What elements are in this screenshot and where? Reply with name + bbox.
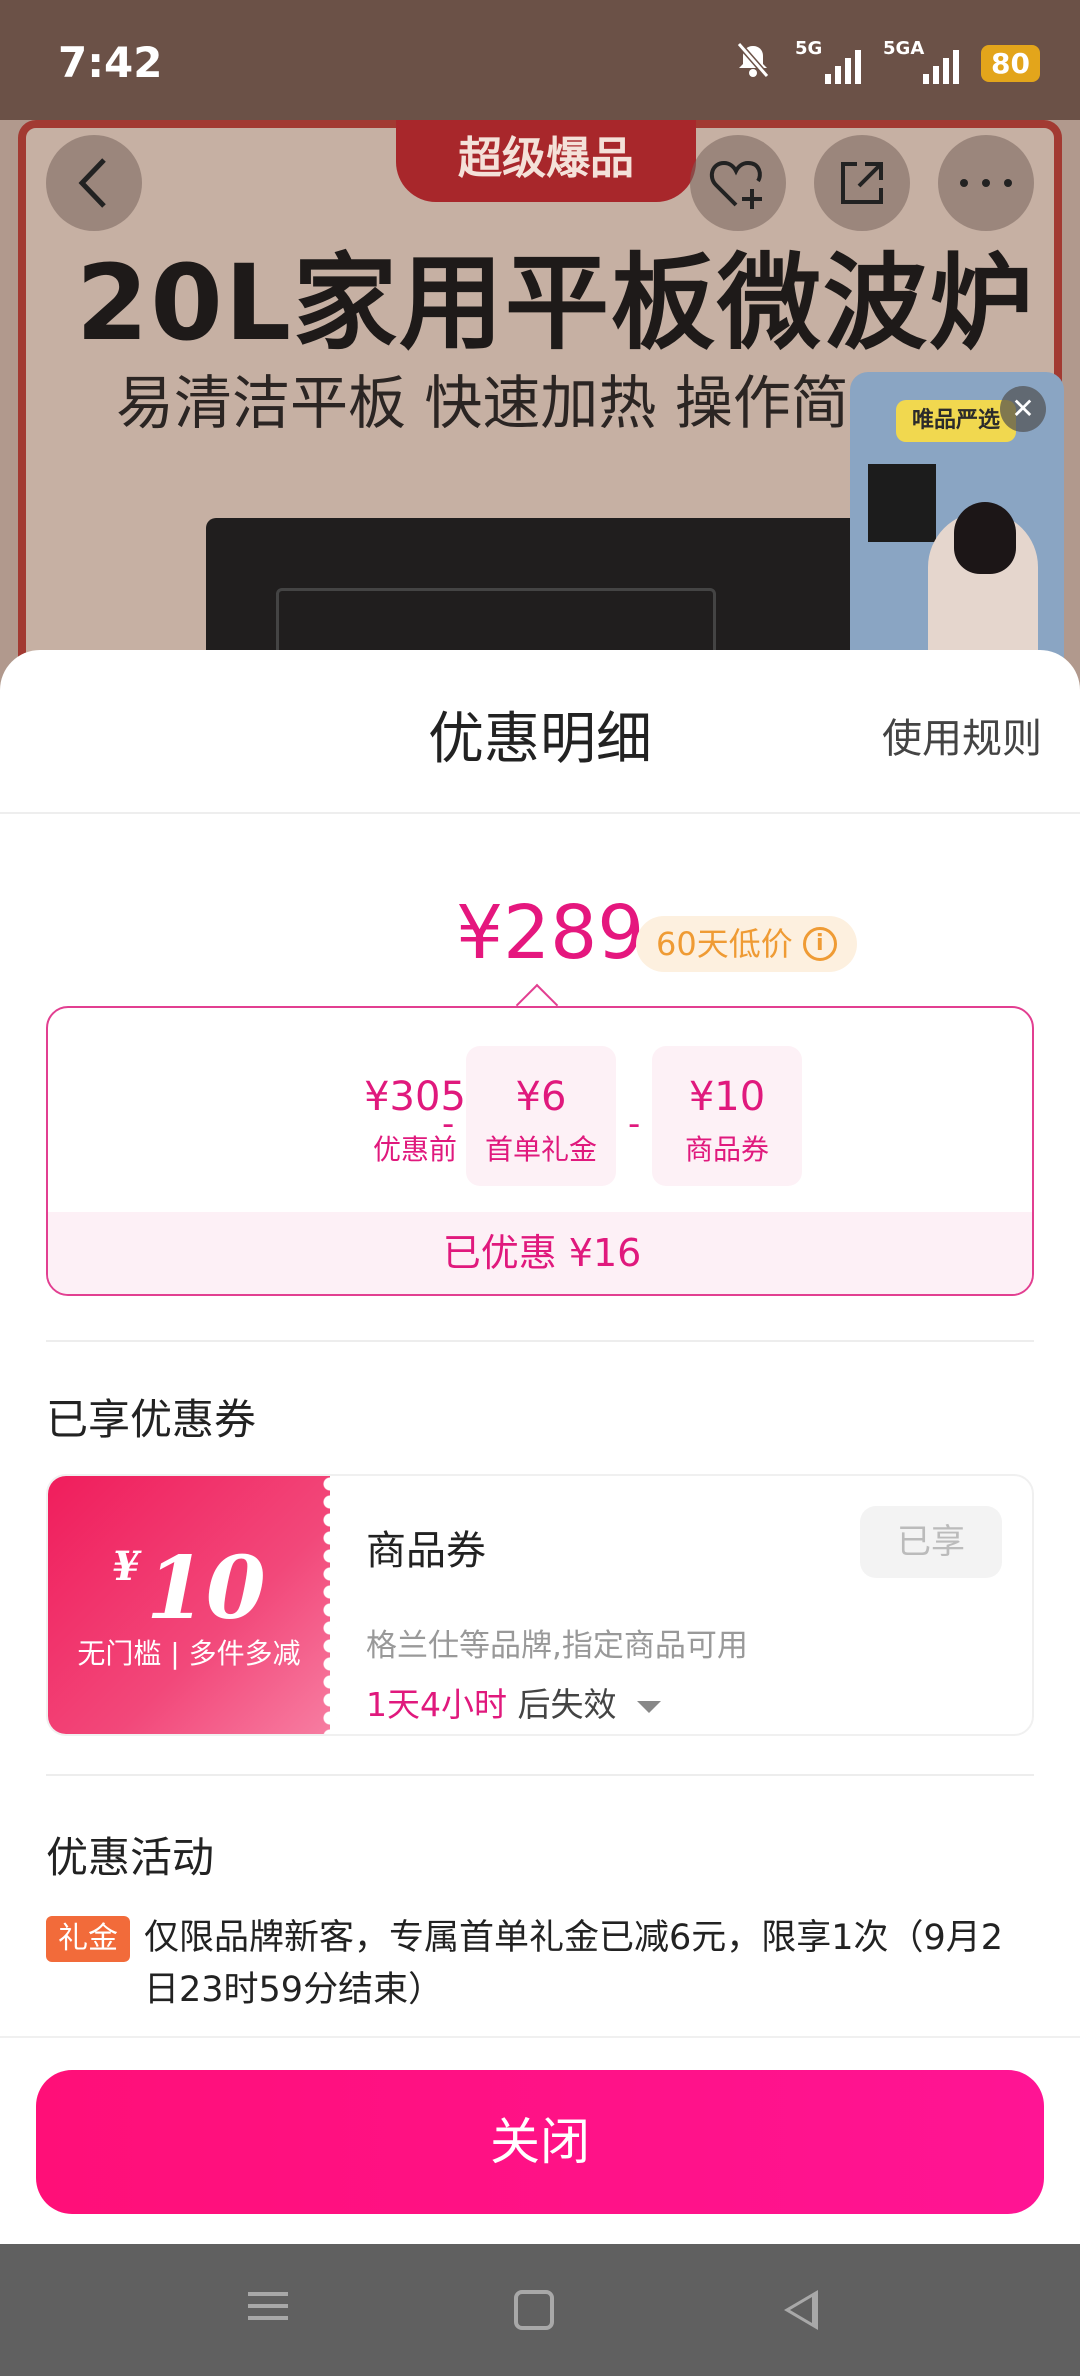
minus-sign: - bbox=[442, 1104, 455, 1144]
discount-detail-sheet: 优惠明细 使用规则 ¥289 60天低价 i ¥305 优惠前 - ¥6 首单礼… bbox=[0, 650, 1080, 2244]
back-icon[interactable] bbox=[784, 2290, 818, 2330]
hero-subtitle: 易清洁平板 快速加热 操作简易 bbox=[116, 369, 907, 437]
expiry-time: 1天4小时 bbox=[366, 1685, 507, 1724]
coupon-value-panel: ¥10 无门槛 | 多件多减 bbox=[48, 1476, 338, 1734]
signal-5ga-icon: 5GA bbox=[883, 38, 960, 84]
heart-plus-icon bbox=[709, 160, 762, 209]
breakdown-first-order-gift: ¥6 首单礼金 bbox=[466, 1046, 616, 1186]
chevron-left-icon bbox=[78, 158, 106, 208]
coupon-used-button: 已享 bbox=[860, 1506, 1002, 1578]
mute-icon bbox=[733, 40, 773, 87]
divider bbox=[46, 1774, 1034, 1776]
home-icon[interactable] bbox=[514, 2290, 554, 2330]
coupon-value: ¥10 bbox=[112, 1538, 266, 1639]
final-price: ¥289 bbox=[456, 890, 645, 976]
divider bbox=[46, 1340, 1034, 1342]
signal-5g-icon: 5G bbox=[795, 38, 862, 84]
low-price-badge[interactable]: 60天低价 i bbox=[636, 916, 857, 972]
more-dots-icon bbox=[960, 179, 1012, 187]
more-button[interactable] bbox=[938, 135, 1034, 231]
promotion-tag: 礼金 bbox=[46, 1916, 130, 1962]
product-page-background: 超级爆品 20L家用平板微波炉 易清洁平板 快速加热 操作简易 7:42 5G … bbox=[0, 0, 1080, 700]
share-button[interactable] bbox=[814, 135, 910, 231]
back-button[interactable] bbox=[46, 135, 142, 231]
coupon-expiry[interactable]: 1天4小时 后失效 bbox=[366, 1678, 661, 1726]
breakdown-product-coupon: ¥10 商品券 bbox=[652, 1046, 802, 1186]
minus-sign: - bbox=[628, 1104, 641, 1144]
coupon-name: 商品券 bbox=[366, 1528, 486, 1574]
promotion-text: 仅限品牌新客，专属首单礼金已减6元，限享1次（9月2日23时59分结束） bbox=[144, 1918, 1004, 2010]
total-saved: 已优惠 ¥16 bbox=[48, 1212, 1032, 1294]
battery-indicator: 80 bbox=[981, 45, 1040, 82]
coupon-description: 格兰仕等品牌,指定商品可用 bbox=[366, 1628, 748, 1664]
info-icon[interactable]: i bbox=[802, 927, 837, 961]
price-breakdown-box: ¥305 优惠前 - ¥6 首单礼金 - ¥10 商品券 已优惠 ¥16 bbox=[46, 1006, 1034, 1296]
usage-rules-link[interactable]: 使用规则 bbox=[882, 706, 1042, 764]
hero-title: 20L家用平板微波炉 bbox=[76, 242, 1035, 364]
share-icon bbox=[841, 162, 883, 204]
system-nav-bar bbox=[0, 2244, 1080, 2376]
menu-icon[interactable] bbox=[242, 2284, 294, 2336]
coupon-card[interactable]: ¥10 无门槛 | 多件多减 商品券 已享 格兰仕等品牌,指定商品可用 1天4小… bbox=[46, 1474, 1034, 1736]
close-icon[interactable]: ✕ bbox=[1000, 386, 1046, 432]
promotions-section-title: 优惠活动 bbox=[46, 1833, 215, 1882]
expiry-suffix: 后失效 bbox=[517, 1685, 617, 1724]
close-button[interactable]: 关闭 bbox=[36, 2070, 1044, 2214]
hero-tag: 超级爆品 bbox=[396, 120, 696, 202]
float-video-badge: 唯品严选 bbox=[896, 400, 1016, 442]
final-price-row: ¥289 60天低价 i bbox=[0, 890, 1080, 980]
sheet-header: 优惠明细 使用规则 bbox=[0, 650, 1080, 814]
caret-down-icon[interactable] bbox=[637, 1700, 661, 1713]
favorite-button[interactable] bbox=[690, 135, 786, 231]
low-price-label: 60天低价 bbox=[656, 925, 793, 963]
coupon-condition: 无门槛 | 多件多减 bbox=[77, 1637, 301, 1670]
status-time: 7:42 bbox=[58, 38, 163, 87]
coupons-section-title: 已享优惠券 bbox=[46, 1395, 257, 1444]
status-bar: 7:42 5G 5GA 80 bbox=[0, 0, 1080, 120]
divider bbox=[0, 2036, 1080, 2038]
